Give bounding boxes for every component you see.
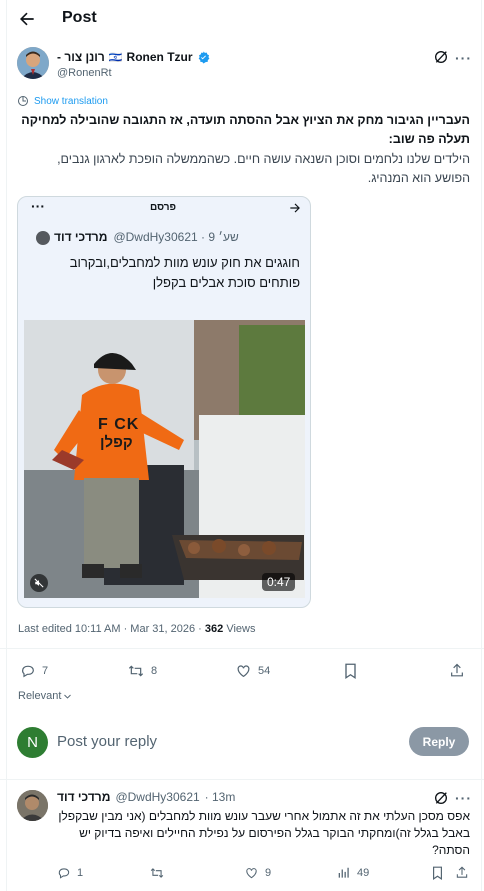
video-thumbnail bbox=[24, 320, 305, 598]
repost-count: 8 bbox=[151, 665, 158, 677]
reply-button[interactable]: 7 bbox=[20, 663, 48, 679]
author-name-hebrew: רונן צור - bbox=[57, 50, 105, 64]
translate-icon bbox=[17, 95, 29, 107]
reply-author-row: מרדכי דוד @DwdHy30621 · 13m bbox=[57, 790, 235, 804]
shirt-text-2: קפלן bbox=[100, 434, 133, 451]
reply-like-button[interactable]: 9 bbox=[244, 866, 271, 880]
bookmark-icon[interactable] bbox=[343, 662, 358, 680]
author-name-row[interactable]: רונן צור - 🇮🇱 Ronen Tzur bbox=[57, 50, 210, 64]
grok-icon[interactable] bbox=[433, 790, 449, 806]
reply-icon bbox=[20, 663, 36, 679]
column-border-left bbox=[6, 0, 7, 891]
shirt-text-1: F CK bbox=[98, 416, 140, 433]
verified-badge-icon bbox=[197, 51, 210, 64]
sort-label: Relevant bbox=[18, 690, 62, 702]
share-icon[interactable] bbox=[449, 662, 465, 679]
like-button[interactable]: 54 bbox=[235, 663, 270, 679]
repost-icon bbox=[127, 663, 145, 679]
divider bbox=[0, 648, 484, 649]
more-options-icon[interactable]: ··· bbox=[455, 50, 472, 66]
embed-more-icon[interactable]: ··· bbox=[31, 198, 45, 214]
like-count: 54 bbox=[258, 665, 271, 677]
column-border-right bbox=[481, 0, 482, 891]
embed-author-avatar bbox=[36, 231, 50, 245]
sort-dropdown[interactable]: Relevant bbox=[18, 690, 72, 702]
grok-icon[interactable] bbox=[433, 49, 449, 65]
embedded-screenshot[interactable]: ··· פרסם מרדכי דוד @DwdHy30621 · 9 שע׳ ח… bbox=[17, 196, 311, 608]
embed-label: פרסם bbox=[150, 202, 177, 213]
reply-reply-button[interactable]: 1 bbox=[57, 866, 83, 880]
reply-repost-button[interactable] bbox=[149, 866, 171, 880]
repost-button[interactable]: 8 bbox=[127, 663, 157, 679]
reply-text: אפס מסכן העלתי את זה אתמול אחרי שעבר עונ… bbox=[58, 809, 470, 857]
author-handle[interactable]: @RonenRt bbox=[57, 67, 112, 79]
views-label: Views bbox=[223, 623, 256, 635]
reply-author-avatar[interactable] bbox=[17, 790, 48, 821]
embed-author-name: מרדכי דוד bbox=[54, 230, 108, 244]
show-translation-link[interactable]: Show translation bbox=[17, 95, 108, 107]
video-player[interactable]: F CK קפלן 0:47 bbox=[24, 320, 305, 598]
embed-arrow-icon[interactable] bbox=[288, 201, 302, 215]
view-count: 362 bbox=[204, 623, 224, 635]
share-icon[interactable] bbox=[455, 865, 469, 880]
user-avatar[interactable]: N bbox=[17, 727, 48, 758]
author-avatar[interactable] bbox=[17, 47, 49, 79]
divider bbox=[0, 779, 484, 780]
repost-icon bbox=[149, 866, 165, 880]
reply-like-count: 9 bbox=[265, 867, 272, 879]
mute-icon[interactable] bbox=[30, 574, 48, 592]
chevron-down-icon bbox=[63, 692, 72, 701]
reply-handle[interactable]: @DwdHy30621 bbox=[115, 790, 199, 804]
heart-icon bbox=[235, 663, 252, 679]
embed-text: חוגגים את חוק עונש מוות למחבלים,ובקרוב פ… bbox=[69, 255, 300, 290]
reply-count: 7 bbox=[42, 665, 49, 677]
post-meta: Last edited 10:11 AM · Mar 31, 2026 · 36… bbox=[18, 623, 255, 635]
views-icon bbox=[337, 866, 351, 880]
embed-author-row: מרדכי דוד @DwdHy30621 · 9 שע׳ bbox=[54, 230, 239, 244]
author-name: Ronen Tzur bbox=[126, 50, 193, 64]
bookmark-icon[interactable] bbox=[431, 865, 444, 881]
back-arrow-icon[interactable] bbox=[17, 9, 37, 29]
reply-reply-count: 1 bbox=[77, 867, 84, 879]
post-timestamp[interactable]: Last edited 10:11 AM · Mar 31, 2026 · bbox=[18, 623, 205, 635]
translation-label: Show translation bbox=[34, 95, 108, 107]
embed-handle-time: @DwdHy30621 · 9 שע׳ bbox=[113, 230, 239, 244]
reply-input[interactable]: Post your reply bbox=[57, 733, 157, 750]
page-title: Post bbox=[62, 9, 97, 26]
heart-icon bbox=[244, 866, 259, 880]
video-duration: 0:47 bbox=[262, 573, 296, 591]
reply-views-button[interactable]: 49 bbox=[337, 866, 369, 880]
post-text-body: הילדים שלנו נלחמים וסוכן השנאה עושה חיים… bbox=[57, 152, 470, 185]
reply-submit-button[interactable]: Reply bbox=[409, 727, 469, 756]
reply-time[interactable]: · 13m bbox=[205, 790, 236, 804]
reply-author-name[interactable]: מרדכי דוד bbox=[57, 790, 110, 804]
reply-view-count: 49 bbox=[357, 867, 370, 879]
israel-flag-icon: 🇮🇱 bbox=[108, 51, 123, 64]
reply-more-options-icon[interactable]: ··· bbox=[455, 790, 472, 806]
post-text-bold: העבריין הגיבור מחק את הציוץ אבל ההסתה תו… bbox=[21, 113, 470, 146]
reply-icon bbox=[57, 866, 71, 880]
